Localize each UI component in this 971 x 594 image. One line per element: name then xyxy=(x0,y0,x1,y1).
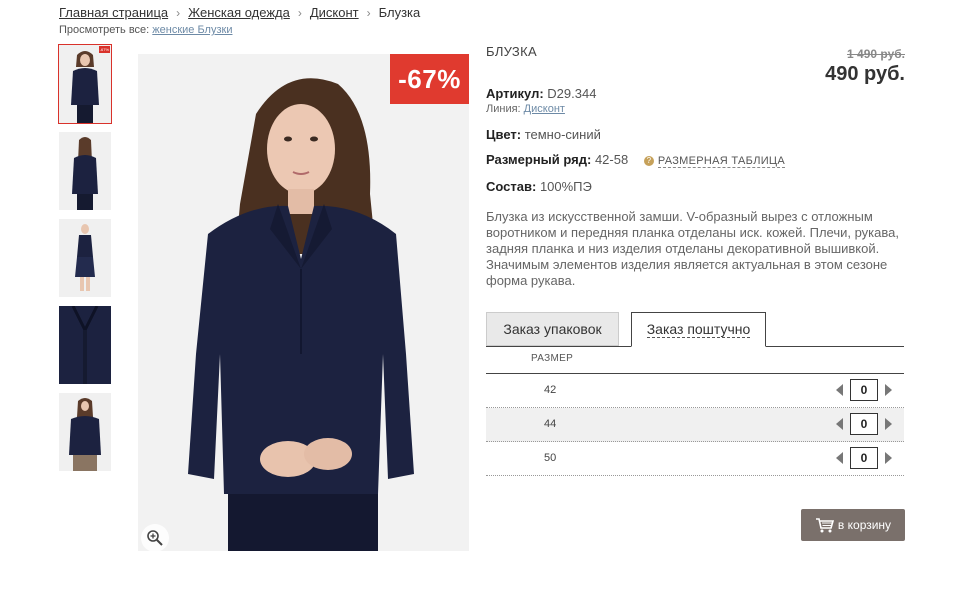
breadcrumb-women-link[interactable]: Женская одежда xyxy=(188,5,290,20)
size-row: 50 xyxy=(486,442,904,476)
breadcrumb-separator: › xyxy=(176,6,181,20)
breadcrumb-discount-link[interactable]: Дисконт xyxy=(310,5,359,20)
tab-piece-order[interactable]: Заказ поштучно xyxy=(631,312,766,347)
quantity-stepper xyxy=(836,447,892,469)
size-range-label: Размерный ряд: xyxy=(486,152,592,167)
size-column-header: РАЗМЕР xyxy=(531,353,574,364)
tab-pack-order-label: Заказ упаковок xyxy=(503,321,602,337)
decrease-arrow-icon[interactable] xyxy=(836,452,843,464)
discount-badge: -67% xyxy=(390,54,469,104)
size-label: 44 xyxy=(544,418,557,430)
increase-arrow-icon[interactable] xyxy=(885,384,892,396)
composition-value: 100%ПЭ xyxy=(539,179,592,194)
quantity-stepper xyxy=(836,413,892,435)
thumbnail-3[interactable] xyxy=(59,219,111,297)
thumbnail-2[interactable] xyxy=(59,132,111,210)
breadcrumb-separator: › xyxy=(297,6,302,20)
thumbnail-4[interactable] xyxy=(59,306,111,384)
increase-arrow-icon[interactable] xyxy=(885,418,892,430)
breadcrumb: Главная страница › Женская одежда › Дисконт ›… xyxy=(59,5,420,20)
article-row: Артикул: D29.344 xyxy=(486,86,596,101)
shopping-cart-icon xyxy=(815,518,834,533)
size-range-row: Размерный ряд: 42-58 ? РАЗМЕРНАЯ ТАБЛИЦА xyxy=(486,152,785,168)
quantity-stepper xyxy=(836,379,892,401)
line-link[interactable]: Дисконт xyxy=(524,103,565,115)
composition-label: Состав: xyxy=(486,179,537,194)
thumbnail-5[interactable] xyxy=(59,393,111,471)
line-row: Линия: Дисконт xyxy=(486,103,565,115)
thumbnail-strip: -67% xyxy=(58,44,112,480)
color-value: темно-синий xyxy=(524,127,601,142)
decrease-arrow-icon[interactable] xyxy=(836,418,843,430)
zoom-button[interactable] xyxy=(141,524,169,552)
breadcrumb-current: Блузка xyxy=(378,5,421,20)
decrease-arrow-icon[interactable] xyxy=(836,384,843,396)
increase-arrow-icon[interactable] xyxy=(885,452,892,464)
view-all-link[interactable]: женские Блузки xyxy=(152,24,232,36)
article-label: Артикул: xyxy=(486,86,544,101)
article-value: D29.344 xyxy=(547,86,597,101)
quantity-input[interactable] xyxy=(850,413,878,435)
add-to-cart-button[interactable]: в корзину xyxy=(801,509,905,541)
thumbnail-image xyxy=(59,306,111,384)
product-image xyxy=(138,54,469,551)
composition-row: Состав: 100%ПЭ xyxy=(486,179,592,194)
size-table: 42 44 50 xyxy=(486,373,904,476)
breadcrumb-separator: › xyxy=(366,6,371,20)
tab-piece-order-label: Заказ поштучно xyxy=(646,321,751,338)
size-row: 42 xyxy=(486,374,904,408)
view-all-prefix: Просмотреть все: xyxy=(59,24,150,36)
add-to-cart-label: в корзину xyxy=(837,518,892,532)
product-title: БЛУЗКА xyxy=(486,44,537,59)
view-all-row: Просмотреть все: женские Блузки xyxy=(59,24,232,36)
new-price: 490 руб. xyxy=(825,63,905,85)
thumbnail-discount-badge: -67% xyxy=(98,46,110,53)
size-row: 44 xyxy=(486,408,904,442)
quantity-input[interactable] xyxy=(850,447,878,469)
thumbnail-image xyxy=(59,132,111,210)
size-label: 50 xyxy=(544,452,557,464)
help-icon[interactable]: ? xyxy=(643,156,654,166)
tab-pack-order[interactable]: Заказ упаковок xyxy=(486,312,619,346)
old-price: 1 490 руб. xyxy=(847,47,905,61)
thumbnail-image xyxy=(59,393,111,471)
thumbnail-1[interactable]: -67% xyxy=(58,44,112,124)
line-label: Линия: xyxy=(486,103,521,115)
color-row: Цвет: темно-синий xyxy=(486,127,601,142)
magnifier-plus-icon xyxy=(147,530,163,546)
product-description: Блузка из искусственной замши. V-образны… xyxy=(486,209,899,288)
order-tabs: Заказ упаковок Заказ поштучно xyxy=(486,312,904,347)
thumbnail-image xyxy=(59,45,111,123)
quantity-input[interactable] xyxy=(850,379,878,401)
thumbnail-image xyxy=(59,219,111,297)
breadcrumb-home-link[interactable]: Главная страница xyxy=(59,5,168,20)
color-label: Цвет: xyxy=(486,127,522,142)
size-table-link[interactable]: РАЗМЕРНАЯ ТАБЛИЦА xyxy=(657,155,785,168)
product-main-photo[interactable] xyxy=(138,54,469,551)
size-label: 42 xyxy=(544,384,557,396)
size-range-value: 42-58 xyxy=(594,152,629,167)
